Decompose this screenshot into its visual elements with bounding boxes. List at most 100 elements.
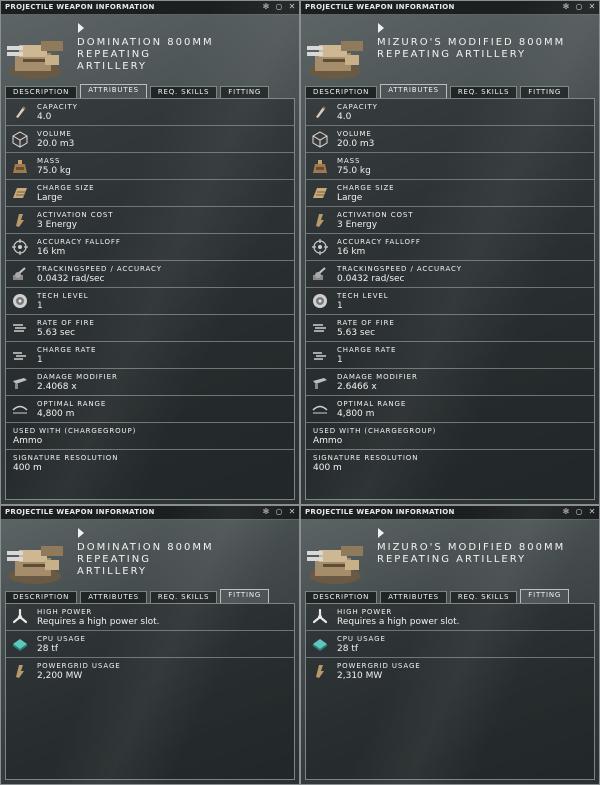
attribute-label: ACTIVATION COST [37, 211, 114, 219]
attribute-row: ACCURACY FALLOFF 16 km [6, 234, 294, 261]
attribute-row: DAMAGE MODIFIER 2.4068 x [6, 369, 294, 396]
tab-fitting[interactable]: FITTING [220, 589, 270, 603]
play-arrow-icon[interactable] [378, 23, 384, 33]
attribute-row: MASS 75.0 kg [306, 153, 594, 180]
attribute-row: CHARGE RATE 1 [6, 342, 294, 369]
settings-icon[interactable]: ✻ [561, 507, 571, 517]
tab-bar: DESCRIPTION ATTRIBUTES REQ. SKILLS FITTING [305, 589, 570, 603]
tab-attributes[interactable]: ATTRIBUTES [380, 84, 447, 98]
tab-description[interactable]: DESCRIPTION [305, 591, 378, 603]
damage-modifier-icon [311, 373, 329, 391]
tab-description[interactable]: DESCRIPTION [305, 86, 378, 98]
attribute-row: SIGNATURE RESOLUTION 400 m [306, 450, 594, 476]
attribute-value: 1 [37, 301, 43, 311]
tab-fitting[interactable]: FITTING [220, 86, 270, 98]
damage-modifier-icon [11, 373, 29, 391]
item-header: DOMINATION 800MM REPEATING ARTILLERY [1, 15, 299, 97]
charge-size-icon [311, 184, 329, 202]
attributes-panel: CAPACITY 4.0 VOLUME 20.0 m3 MASS 75.0 kg CHARG… [5, 98, 295, 500]
attribute-value: 3 Energy [337, 220, 378, 230]
titlebar[interactable]: PROJECTILE WEAPON INFORMATION ✻ ○ ✕ [1, 506, 299, 520]
tab-description[interactable]: DESCRIPTION [5, 86, 78, 98]
minimize-icon[interactable]: ○ [274, 2, 284, 12]
attribute-label: CHARGE SIZE [37, 184, 95, 192]
item-name-line-2: ARTILLERY [77, 566, 147, 577]
attribute-row: ACTIVATION COST 3 Energy [6, 207, 294, 234]
attribute-row: SIGNATURE RESOLUTION 400 m [6, 450, 294, 476]
fitting-panel: HIGH POWER Requires a high power slot. CPU… [305, 603, 595, 780]
play-arrow-icon[interactable] [78, 528, 84, 538]
attribute-label: RATE OF FIRE [337, 319, 395, 327]
attribute-label: CPU USAGE [337, 635, 386, 643]
tab-attributes[interactable]: ATTRIBUTES [80, 84, 147, 98]
attribute-row: POWERGRID USAGE 2,310 MW [306, 658, 594, 684]
attribute-value: Large [37, 193, 63, 203]
titlebar[interactable]: PROJECTILE WEAPON INFORMATION ✻ ○ ✕ [301, 1, 599, 15]
turret-icon [305, 31, 367, 81]
attribute-row: VOLUME 20.0 m3 [6, 126, 294, 153]
attribute-row: HIGH POWER Requires a high power slot. [6, 604, 294, 631]
tab-fitting[interactable]: FITTING [520, 589, 570, 603]
attribute-value: 28 tf [37, 644, 59, 654]
tab-req-skills[interactable]: REQ. SKILLS [449, 591, 518, 603]
item-name: DOMINATION 800MM REPEATING ARTILLERY [77, 542, 287, 578]
attribute-value: 20.0 m3 [337, 139, 375, 149]
attribute-label: OPTIMAL RANGE [37, 400, 107, 408]
play-arrow-icon[interactable] [378, 528, 384, 538]
tab-description[interactable]: DESCRIPTION [5, 591, 78, 603]
tech-level-icon [311, 292, 329, 310]
high-power-icon [311, 608, 329, 626]
attribute-label: TECH LEVEL [337, 292, 389, 300]
window-title: PROJECTILE WEAPON INFORMATION [5, 508, 155, 516]
attribute-label: MASS [337, 157, 361, 165]
attribute-row: TRACKINGSPEED / ACCURACY 0.0432 rad/sec [306, 261, 594, 288]
turret-icon [305, 536, 367, 586]
close-icon[interactable]: ✕ [587, 2, 597, 12]
attribute-label: ACTIVATION COST [337, 211, 414, 219]
attribute-value: Ammo [313, 436, 343, 446]
accuracy-falloff-icon [311, 238, 329, 256]
attribute-value: 1 [37, 355, 43, 365]
minimize-icon[interactable]: ○ [274, 507, 284, 517]
settings-icon[interactable]: ✻ [561, 2, 571, 12]
play-arrow-icon[interactable] [78, 23, 84, 33]
attribute-label: DAMAGE MODIFIER [37, 373, 118, 381]
settings-icon[interactable]: ✻ [261, 2, 271, 12]
titlebar[interactable]: PROJECTILE WEAPON INFORMATION ✻ ○ ✕ [1, 1, 299, 15]
item-name-line-2: ARTILLERY [77, 61, 147, 72]
close-icon[interactable]: ✕ [287, 507, 297, 517]
attribute-value: 0.0432 rad/sec [337, 274, 405, 284]
tab-attributes[interactable]: ATTRIBUTES [80, 591, 147, 603]
tracking-speed-icon [311, 265, 329, 283]
capacity-icon [11, 103, 29, 121]
item-header: MIZURO'S MODIFIED 800MM REPEATING ARTILLE… [301, 15, 599, 97]
tab-req-skills[interactable]: REQ. SKILLS [449, 86, 518, 98]
attribute-value: 75.0 kg [37, 166, 71, 176]
cpu-usage-icon [11, 635, 29, 653]
attribute-label: MASS [37, 157, 61, 165]
attribute-label: CPU USAGE [37, 635, 86, 643]
tab-req-skills[interactable]: REQ. SKILLS [149, 86, 218, 98]
attribute-label: ACCURACY FALLOFF [37, 238, 121, 246]
tab-fitting[interactable]: FITTING [520, 86, 570, 98]
attribute-label: USED WITH (CHARGEGROUP) [13, 427, 137, 435]
attribute-value: 5.63 sec [37, 328, 76, 338]
attribute-value: Large [337, 193, 363, 203]
tab-req-skills[interactable]: REQ. SKILLS [149, 591, 218, 603]
minimize-icon[interactable]: ○ [574, 2, 584, 12]
tab-attributes[interactable]: ATTRIBUTES [380, 591, 447, 603]
settings-icon[interactable]: ✻ [261, 507, 271, 517]
attribute-label: CAPACITY [337, 103, 378, 111]
close-icon[interactable]: ✕ [287, 2, 297, 12]
powergrid-usage-icon [11, 662, 29, 680]
rate-of-fire-icon [11, 319, 29, 337]
attribute-row: CAPACITY 4.0 [6, 99, 294, 126]
minimize-icon[interactable]: ○ [574, 507, 584, 517]
attribute-value: 400 m [313, 463, 342, 473]
tracking-speed-icon [11, 265, 29, 283]
close-icon[interactable]: ✕ [587, 507, 597, 517]
optimal-range-icon [311, 400, 329, 418]
attribute-label: HIGH POWER [37, 608, 93, 616]
titlebar[interactable]: PROJECTILE WEAPON INFORMATION ✻ ○ ✕ [301, 506, 599, 520]
attribute-value: 4.0 [37, 112, 52, 122]
